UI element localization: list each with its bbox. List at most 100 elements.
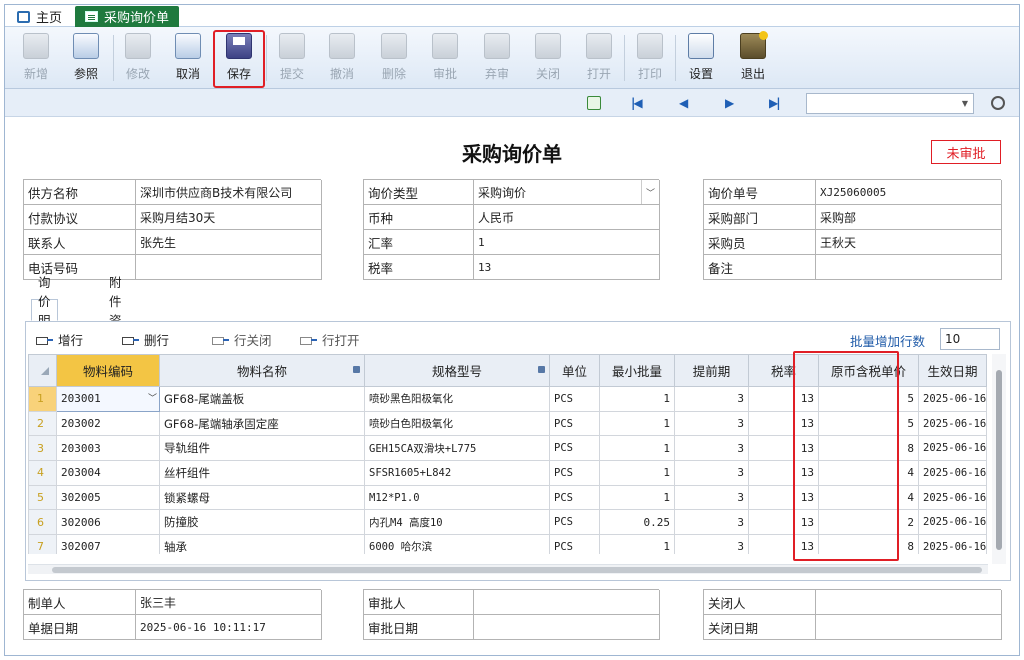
cell-min[interactable]: 1: [599, 435, 675, 462]
unapprove-button[interactable]: 弃审: [474, 31, 520, 85]
batch-add-input[interactable]: 10: [940, 328, 1000, 350]
row-number[interactable]: 3: [28, 435, 57, 462]
cell-spec[interactable]: 6000 哈尔滨: [364, 534, 550, 554]
cell-spec[interactable]: 喷砂白色阳极氧化: [364, 410, 550, 437]
cancel-button[interactable]: 取消: [165, 31, 211, 85]
cell-code[interactable]: 203001 ﹀: [56, 386, 160, 412]
cell-name[interactable]: 丝杆组件: [159, 460, 365, 486]
cell-lead[interactable]: 3: [674, 410, 749, 437]
edit-button[interactable]: 修改: [115, 31, 161, 85]
cell-name[interactable]: GF68-尾端轴承固定座: [159, 410, 365, 437]
chevron-down-icon[interactable]: ﹀: [148, 391, 157, 404]
first-record-icon[interactable]: |◀: [631, 96, 643, 110]
prev-record-icon[interactable]: ◀: [679, 96, 688, 110]
remark-field[interactable]: [816, 255, 1002, 280]
tab-home[interactable]: 主页: [9, 6, 70, 27]
buyer-field[interactable]: 王秋天: [816, 230, 1002, 255]
cell-name[interactable]: 导轨组件: [159, 435, 365, 462]
phone-field[interactable]: [136, 255, 322, 280]
cell-lead[interactable]: 3: [674, 534, 749, 554]
payment-field[interactable]: 采购月结30天: [136, 205, 322, 230]
cell-spec[interactable]: M12*P1.0: [364, 484, 550, 511]
tab-inquiry-detail[interactable]: 询价明细: [31, 275, 58, 347]
cell-unit[interactable]: PCS: [549, 410, 600, 437]
cell-lead[interactable]: 3: [674, 484, 749, 511]
cell-code[interactable]: 203003: [56, 435, 160, 462]
scroll-thumb[interactable]: [52, 567, 982, 573]
cell-unit[interactable]: PCS: [549, 460, 600, 486]
cell-lead[interactable]: 3: [674, 509, 749, 536]
cell-unit[interactable]: PCS: [549, 509, 600, 536]
cell-date[interactable]: 2025-06-16 00:0: [918, 534, 987, 554]
cell-code[interactable]: 302006: [56, 509, 160, 536]
rate-field[interactable]: 1: [474, 230, 660, 255]
cell-min[interactable]: 1: [599, 410, 675, 437]
close-row-button[interactable]: 行关闭: [212, 330, 272, 349]
cell-name[interactable]: 锁紧螺母: [159, 484, 365, 511]
cell-min[interactable]: 1: [599, 484, 675, 511]
cell-spec[interactable]: SFSR1605+L842: [364, 460, 550, 486]
open-row-button[interactable]: 行打开: [300, 330, 360, 349]
col-header-name[interactable]: 物料名称: [159, 354, 365, 387]
cell-code[interactable]: 203004: [56, 460, 160, 486]
cell-date[interactable]: 2025-06-16 00:0: [918, 484, 987, 511]
cell-lead[interactable]: 3: [674, 435, 749, 462]
row-number[interactable]: 5: [28, 484, 57, 511]
dept-field[interactable]: 采购部: [816, 205, 1002, 230]
scroll-thumb[interactable]: [996, 370, 1002, 550]
row-number[interactable]: 1: [28, 386, 57, 412]
col-header-lead-time[interactable]: 提前期: [674, 354, 749, 387]
cell-lead[interactable]: 3: [674, 460, 749, 486]
cell-min[interactable]: 1: [599, 460, 675, 486]
cell-name[interactable]: 防撞胶: [159, 509, 365, 536]
row-number[interactable]: 6: [28, 509, 57, 536]
cell-min[interactable]: 1: [599, 534, 675, 554]
new-button[interactable]: 新增: [13, 31, 59, 85]
cell-date[interactable]: 2025-06-16 00:0: [918, 509, 987, 536]
refresh-icon[interactable]: [587, 96, 601, 110]
no-field[interactable]: XJ25060005: [816, 180, 1002, 205]
delete-row-button[interactable]: 删行: [122, 330, 169, 349]
col-header-min-qty[interactable]: 最小批量: [599, 354, 675, 387]
currency-field[interactable]: 人民币: [474, 205, 660, 230]
search-icon[interactable]: [991, 96, 1005, 110]
cell-unit[interactable]: PCS: [549, 386, 600, 412]
cell-min[interactable]: 1: [599, 386, 675, 412]
vertical-scrollbar[interactable]: [992, 354, 1006, 564]
supplier-field[interactable]: 深圳市供应商B技术有限公司: [136, 180, 322, 205]
approve-button[interactable]: 审批: [422, 31, 468, 85]
col-header-unit[interactable]: 单位: [549, 354, 600, 387]
cell-name[interactable]: GF68-尾端盖板: [159, 386, 365, 412]
cell-code[interactable]: 302005: [56, 484, 160, 511]
cell-code[interactable]: 203002: [56, 410, 160, 437]
exit-button[interactable]: 退出: [730, 31, 776, 85]
withdraw-button[interactable]: 撤消: [319, 31, 365, 85]
cell-date[interactable]: 2025-06-16 00:0: [918, 386, 987, 412]
last-record-icon[interactable]: ▶|: [769, 96, 781, 110]
submit-button[interactable]: 提交: [269, 31, 315, 85]
reference-button[interactable]: 参照: [63, 31, 109, 85]
col-header-code[interactable]: 物料编码: [56, 354, 160, 387]
tab-attachments[interactable]: 附件资料: [103, 275, 128, 347]
cell-unit[interactable]: PCS: [549, 534, 600, 554]
grid-corner[interactable]: [28, 354, 57, 387]
cell-lead[interactable]: 3: [674, 386, 749, 412]
row-number[interactable]: 7: [28, 534, 57, 554]
tax-field[interactable]: 13: [474, 255, 660, 280]
type-select[interactable]: 采购询价 ﹀: [474, 180, 660, 205]
cell-spec[interactable]: 内孔M4 高度10: [364, 509, 550, 536]
cell-spec[interactable]: 喷砂黑色阳极氧化: [364, 386, 550, 412]
cell-spec[interactable]: GEH15CA双滑块+L775: [364, 435, 550, 462]
settings-button[interactable]: 设置: [678, 31, 724, 85]
open-button[interactable]: 打开: [576, 31, 622, 85]
col-header-effective-date[interactable]: 生效日期: [918, 354, 987, 387]
row-number[interactable]: 2: [28, 410, 57, 437]
delete-button[interactable]: 删除: [371, 31, 417, 85]
cell-name[interactable]: 轴承: [159, 534, 365, 554]
cell-date[interactable]: 2025-06-16 00:0: [918, 460, 987, 486]
cell-date[interactable]: 2025-06-16 00:0: [918, 410, 987, 437]
close-button[interactable]: 关闭: [525, 31, 571, 85]
cell-min[interactable]: 0.25: [599, 509, 675, 536]
next-record-icon[interactable]: ▶: [725, 96, 734, 110]
print-button[interactable]: 打印: [627, 31, 673, 85]
